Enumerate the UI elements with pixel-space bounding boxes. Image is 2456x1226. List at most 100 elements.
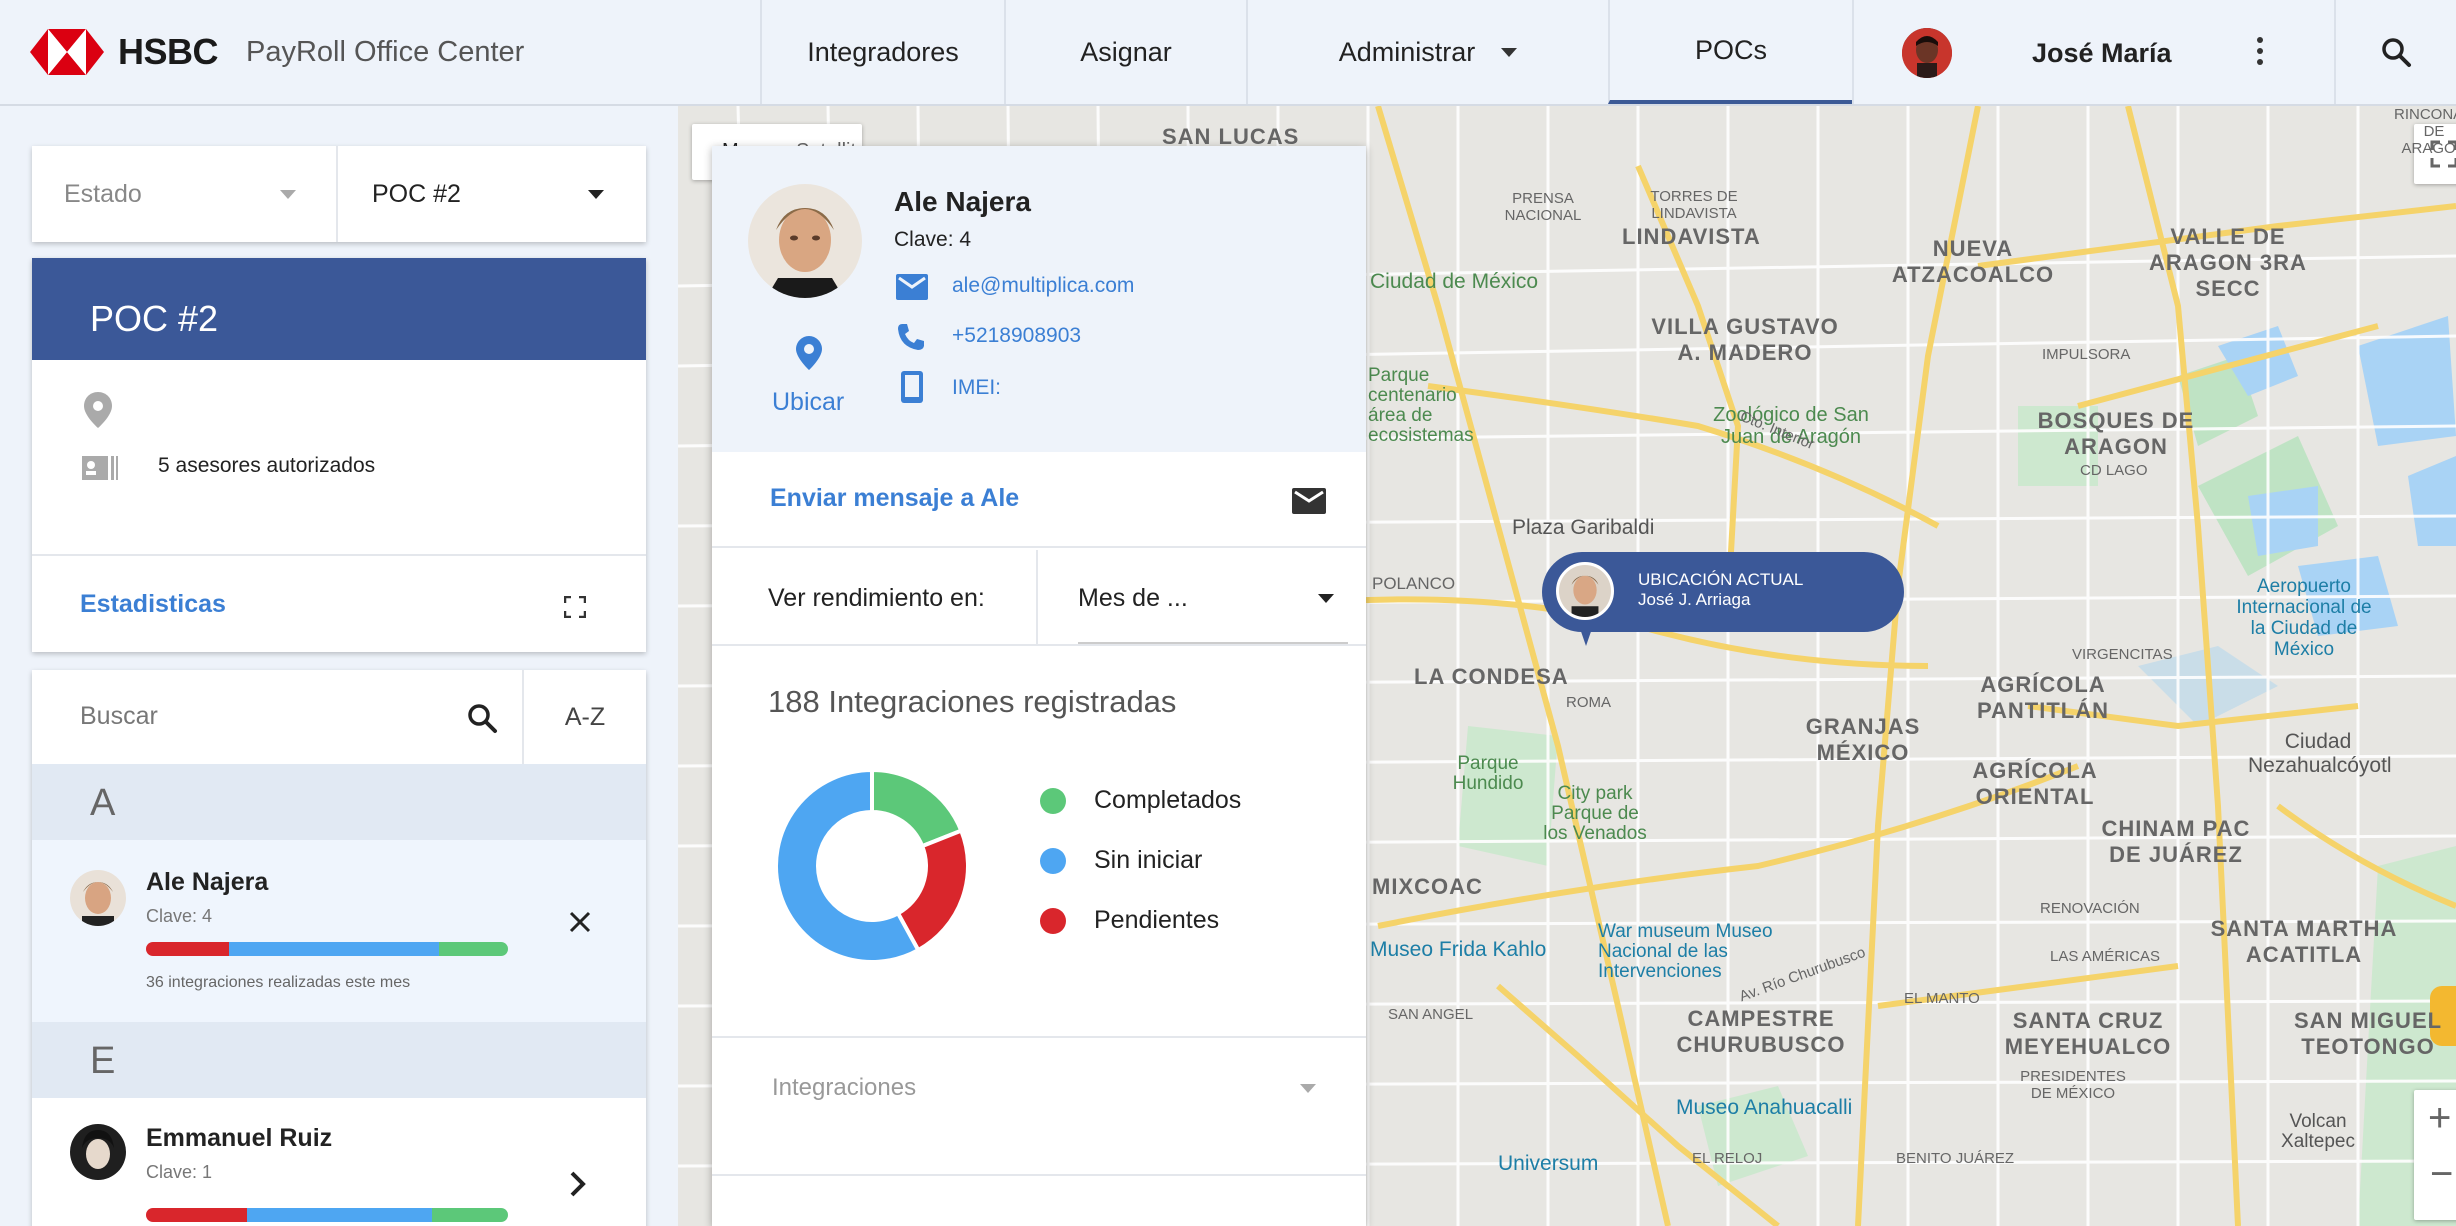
location-subtitle: José J. Arriaga bbox=[1638, 590, 1751, 609]
map-label: IMPULSORA bbox=[2042, 346, 2131, 363]
map-label: BENITO JUÁREZ bbox=[1896, 1150, 2015, 1167]
integration-progress-bar bbox=[146, 1208, 508, 1222]
performance-row: Ver rendimiento en: Mes de ... bbox=[712, 550, 1366, 646]
map-label: RENOVACIÓN bbox=[2040, 900, 2140, 917]
search-input[interactable]: Buscar bbox=[80, 702, 158, 731]
phone-icon bbox=[898, 324, 924, 350]
expand-icon[interactable] bbox=[564, 596, 586, 618]
location-pin-icon bbox=[84, 392, 112, 428]
location-pin-icon[interactable] bbox=[796, 336, 822, 370]
filter-bar: Estado POC #2 bbox=[32, 146, 646, 242]
search-button[interactable] bbox=[2334, 0, 2456, 104]
brand[interactable]: HSBC PayRoll Office Center bbox=[30, 0, 524, 104]
list-item[interactable]: Ale Najera Clave: 4 36 integraciones rea… bbox=[32, 840, 646, 1022]
statistics-row[interactable]: Estadisticas bbox=[32, 554, 646, 652]
mail-icon[interactable] bbox=[1292, 488, 1326, 514]
sort-az-button[interactable]: A-Z bbox=[522, 670, 646, 764]
map-label: EL MANTO bbox=[1904, 990, 1980, 1007]
brand-name: HSBC bbox=[118, 31, 219, 72]
map-label: AGRÍCOLA ORIENTAL bbox=[1972, 758, 2098, 809]
nav-integradores[interactable]: Integradores bbox=[760, 0, 1004, 104]
select-underline bbox=[1078, 642, 1348, 644]
map-label: VIRGENCITAS bbox=[2072, 646, 2173, 663]
close-icon[interactable] bbox=[568, 910, 592, 934]
list-item[interactable]: Emmanuel Ruiz Clave: 1 bbox=[32, 1098, 646, 1226]
map-label: PRENSA NACIONAL bbox=[1504, 190, 1582, 224]
statistics-link[interactable]: Estadisticas bbox=[80, 590, 226, 619]
map-label: City park Parque de los Venados bbox=[1543, 783, 1647, 844]
estado-select[interactable]: Estado bbox=[32, 146, 338, 242]
zoom-out-icon[interactable]: − bbox=[2430, 1152, 2453, 1197]
legend-dot bbox=[1040, 907, 1066, 934]
map-label: CHINAM PAC DE JUÁREZ bbox=[2101, 816, 2251, 867]
map-label: NUEVA ATZACOALCO bbox=[1891, 236, 2055, 287]
legend-label: Sin iniciar bbox=[1094, 846, 1203, 874]
map-label: SANTA MARTHA ACATITLA bbox=[2210, 916, 2398, 967]
nav-administrar-label: Administrar bbox=[1338, 36, 1476, 67]
nav-pocs-label: POCs bbox=[1694, 34, 1767, 65]
map-label: MIXCOAC bbox=[1372, 874, 1483, 899]
nav-integradores-label: Integradores bbox=[807, 36, 959, 67]
top-header: HSBC PayRoll Office Center Integradores … bbox=[0, 0, 2456, 106]
detail-header: Ale Najera Clave: 4 ale@multiplica.com +… bbox=[712, 146, 1366, 452]
detail-email[interactable]: ale@multiplica.com bbox=[952, 274, 1134, 298]
progress-completados bbox=[431, 1208, 508, 1222]
id-card-icon bbox=[82, 456, 118, 480]
progress-pendientes bbox=[146, 1208, 248, 1222]
map-label: ROMA bbox=[1566, 694, 1611, 711]
sort-az-label: A-Z bbox=[564, 702, 606, 731]
person-clave: Clave: 1 bbox=[146, 1162, 213, 1182]
map-label: VALLE DE ARAGON 3RA SECC bbox=[2149, 224, 2307, 301]
legend-sin-iniciar: Sin iniciar bbox=[1040, 846, 1202, 875]
person-photo-icon bbox=[1559, 565, 1611, 617]
detail-phone[interactable]: +5218908903 bbox=[952, 324, 1081, 348]
performance-label: Ver rendimiento en: bbox=[768, 584, 985, 612]
nav-pocs[interactable]: POCs bbox=[1608, 0, 1852, 104]
estado-select-label: Estado bbox=[64, 179, 142, 208]
hsbc-logo-icon bbox=[30, 29, 104, 75]
integraciones-label: Integraciones bbox=[772, 1074, 917, 1101]
map-label: Plaza Garibaldi bbox=[1512, 516, 1655, 539]
send-message-link[interactable]: Enviar mensaje a Ale bbox=[770, 484, 1019, 513]
send-message-row[interactable]: Enviar mensaje a Ale bbox=[712, 452, 1366, 548]
asesores-count: 5 asesores autorizados bbox=[158, 454, 376, 477]
map-label: Ciudad Nezahualcóyotl bbox=[2248, 730, 2392, 777]
nav-administrar[interactable]: Administrar bbox=[1246, 0, 1608, 104]
chevron-down-icon bbox=[1501, 47, 1518, 57]
avatar bbox=[748, 184, 862, 298]
map-label: BOSQUES DE ARAGON bbox=[2037, 408, 2195, 459]
zoom-in-icon[interactable]: + bbox=[2428, 1096, 2451, 1141]
group-header-a: A bbox=[32, 764, 646, 840]
map-label: CD LAGO bbox=[2080, 462, 2148, 479]
integraciones-dropdown[interactable]: Integraciones bbox=[712, 1036, 1366, 1176]
map-label: Museo Frida Kahlo bbox=[1370, 938, 1547, 961]
map-label: War museum Museo Nacional de las Interve… bbox=[1598, 921, 1773, 982]
chevron-down-icon bbox=[1300, 1084, 1316, 1093]
poc-card: POC #2 5 asesores autorizados Estadistic… bbox=[32, 258, 646, 652]
person-detail-panel: Ale Najera Clave: 4 ale@multiplica.com +… bbox=[712, 146, 1366, 1226]
chevron-right-icon[interactable] bbox=[568, 1170, 588, 1198]
poc-select[interactable]: POC #2 bbox=[340, 146, 646, 242]
map-label: Volcan Xaltepec bbox=[2281, 1111, 2355, 1152]
nav-asignar[interactable]: Asignar bbox=[1004, 0, 1246, 104]
zoom-controls[interactable]: + − bbox=[2414, 1090, 2456, 1220]
integrations-count-title: 188 Integraciones registradas bbox=[768, 684, 1177, 719]
locate-button[interactable]: Ubicar bbox=[772, 388, 844, 417]
search-icon[interactable] bbox=[466, 702, 498, 734]
avatar bbox=[70, 870, 126, 926]
integration-note: 36 integraciones realizadas este mes bbox=[146, 974, 411, 991]
integration-progress-bar bbox=[146, 942, 508, 956]
avatar bbox=[70, 1124, 126, 1180]
location-title: UBICACIÓN ACTUAL bbox=[1638, 570, 1804, 589]
poc-title: POC #2 bbox=[32, 258, 646, 360]
avatar-face-icon bbox=[1902, 28, 1952, 78]
performance-period-select[interactable]: Mes de ... bbox=[1036, 550, 1366, 646]
user-avatar[interactable] bbox=[1902, 28, 1952, 78]
legend-dot bbox=[1040, 787, 1066, 814]
map-label: SAN ANGEL bbox=[1388, 1006, 1474, 1023]
progress-pendientes bbox=[146, 942, 230, 956]
user-name: José María bbox=[2032, 38, 2172, 68]
current-location-marker[interactable]: UBICACIÓN ACTUAL José J. Arriaga bbox=[1542, 552, 1904, 672]
more-options-icon[interactable] bbox=[2250, 34, 2270, 70]
progress-completados bbox=[439, 942, 508, 956]
